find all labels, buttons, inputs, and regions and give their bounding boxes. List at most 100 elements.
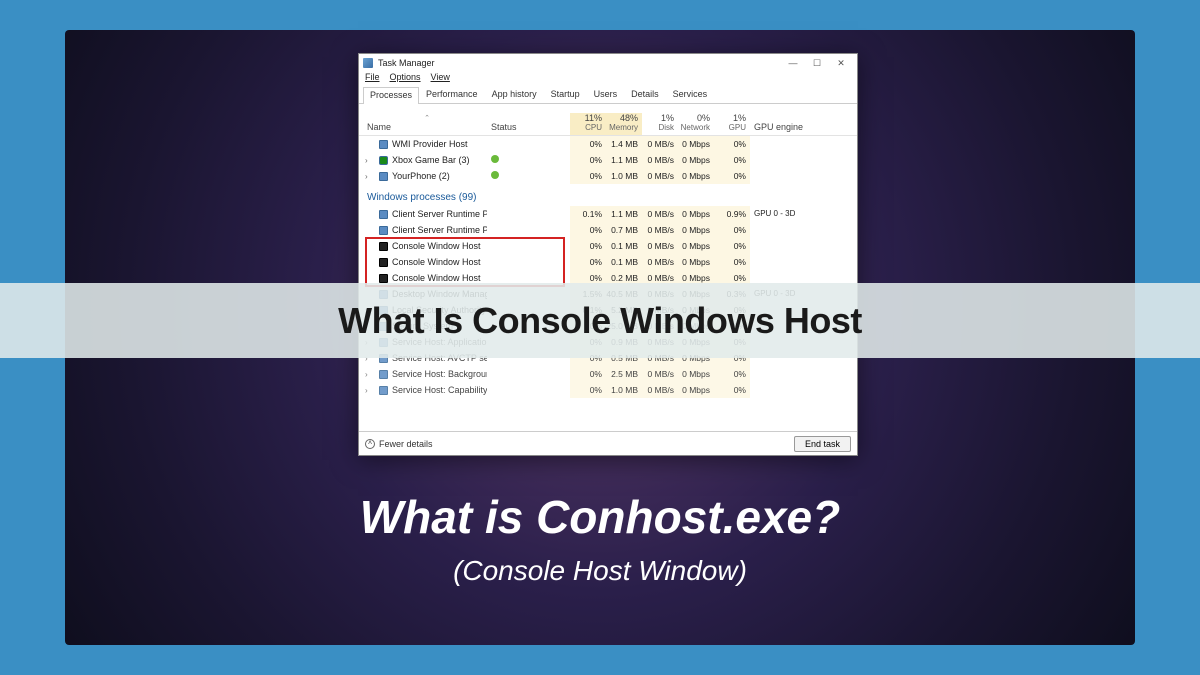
disk-cell: 0 MB/s xyxy=(642,238,678,254)
mem-cell: 1.0 MB xyxy=(606,168,642,184)
process-icon xyxy=(379,210,388,219)
maximize-button[interactable]: ☐ xyxy=(805,56,829,70)
disk-cell: 0 MB/s xyxy=(642,254,678,270)
net-cell: 0 Mbps xyxy=(678,206,714,222)
gpu-cell: 0% xyxy=(714,238,750,254)
tab-processes[interactable]: Processes xyxy=(363,87,419,104)
end-task-button[interactable]: End task xyxy=(794,436,851,452)
process-name-cell: ›Service Host: Background Intelli... xyxy=(359,369,487,379)
process-row[interactable]: Console Window Host0%0.1 MB0 MB/s0 Mbps0… xyxy=(359,238,857,254)
process-icon xyxy=(379,140,388,149)
process-row[interactable]: ›Service Host: Background Intelli... 0%2.… xyxy=(359,366,857,382)
disk-cell: 0 MB/s xyxy=(642,168,678,184)
process-name-cell: Client Server Runtime Process xyxy=(359,209,487,219)
expand-icon[interactable]: › xyxy=(365,370,368,379)
process-name-cell: Console Window Host xyxy=(359,257,487,267)
cpu-cell: 0% xyxy=(570,238,606,254)
col-gpu[interactable]: 1% GPU xyxy=(714,113,750,135)
gpu-cell: 0% xyxy=(714,222,750,238)
menu-view[interactable]: View xyxy=(431,72,450,86)
gpu-engine-cell xyxy=(750,254,857,270)
process-name-label: Service Host: Capability Access ... xyxy=(392,385,487,395)
process-name-cell: Client Server Runtime Process xyxy=(359,225,487,235)
cpu-cell: 0% xyxy=(570,366,606,382)
net-label: Network xyxy=(681,123,710,132)
process-icon xyxy=(379,258,388,267)
close-button[interactable]: ✕ xyxy=(829,56,853,70)
cpu-cell: 0% xyxy=(570,136,606,152)
tab-performance[interactable]: Performance xyxy=(419,86,485,103)
gpu-engine-cell xyxy=(750,222,857,238)
gpu-cell: 0% xyxy=(714,168,750,184)
process-name-label: Xbox Game Bar (3) xyxy=(392,155,470,165)
fewer-details-button[interactable]: ˄ Fewer details xyxy=(365,439,433,449)
net-cell: 0 Mbps xyxy=(678,254,714,270)
tab-users[interactable]: Users xyxy=(587,86,625,103)
process-name-cell: Console Window Host xyxy=(359,273,487,283)
net-cell: 0 Mbps xyxy=(678,152,714,168)
task-manager-window: Task Manager — ☐ ✕ File Options View Pro… xyxy=(358,53,858,456)
mem-cell: 1.4 MB xyxy=(606,136,642,152)
gpu-engine-cell xyxy=(750,382,857,398)
footer: ˄ Fewer details End task xyxy=(359,431,857,455)
expand-icon[interactable]: › xyxy=(365,172,368,181)
menu-file[interactable]: File xyxy=(365,72,380,86)
hero-title: What is Conhost.exe? xyxy=(0,490,1200,544)
process-row[interactable]: WMI Provider Host0%1.4 MB0 MB/s0 Mbps0% xyxy=(359,136,857,152)
overlay-band: What Is Console Windows Host xyxy=(0,283,1200,358)
gpu-cell: 0% xyxy=(714,136,750,152)
process-icon xyxy=(379,274,388,283)
col-disk[interactable]: 1% Disk xyxy=(642,113,678,135)
group-header[interactable]: Windows processes (99) xyxy=(359,184,857,206)
process-icon xyxy=(379,172,388,181)
mem-cell: 0.1 MB xyxy=(606,254,642,270)
gpu-cell: 0% xyxy=(714,254,750,270)
process-icon xyxy=(379,386,388,395)
expand-icon[interactable]: › xyxy=(365,156,368,165)
tab-services[interactable]: Services xyxy=(666,86,715,103)
column-headers: ⌃ Name Status 11% CPU 48% Memory 1% Disk… xyxy=(359,104,857,136)
tab-details[interactable]: Details xyxy=(624,86,666,103)
process-row[interactable]: Client Server Runtime Process0%0.7 MB0 M… xyxy=(359,222,857,238)
col-network[interactable]: 0% Network xyxy=(678,113,714,135)
fewer-details-label: Fewer details xyxy=(379,439,433,449)
process-icon xyxy=(379,226,388,235)
gpu-percent: 1% xyxy=(733,113,746,123)
process-name-cell: › Xbox Game Bar (3) xyxy=(359,155,487,165)
tab-app-history[interactable]: App history xyxy=(485,86,544,103)
chevron-up-icon: ˄ xyxy=(365,439,375,449)
minimize-button[interactable]: — xyxy=(781,56,805,70)
col-status[interactable]: Status xyxy=(487,122,570,135)
process-row[interactable]: ›YourPhone (2)0%1.0 MB0 MB/s0 Mbps0% xyxy=(359,168,857,184)
gpu-cell: 0% xyxy=(714,382,750,398)
net-cell: 0 Mbps xyxy=(678,238,714,254)
process-row[interactable]: Client Server Runtime Process0.1%1.1 MB0… xyxy=(359,206,857,222)
process-row[interactable]: Console Window Host0%0.1 MB0 MB/s0 Mbps0… xyxy=(359,254,857,270)
col-name-label: Name xyxy=(367,122,487,132)
sort-indicator-icon: ⌃ xyxy=(367,114,487,122)
overlay-title: What Is Console Windows Host xyxy=(338,300,862,342)
expand-icon[interactable]: › xyxy=(365,386,368,395)
col-name[interactable]: ⌃ Name xyxy=(359,114,487,135)
gpu-engine-cell xyxy=(750,152,857,168)
menubar: File Options View xyxy=(359,72,857,86)
process-row[interactable]: ›Service Host: Capability Access ...0%1.… xyxy=(359,382,857,398)
mem-cell: 1.1 MB xyxy=(606,206,642,222)
process-name-cell: WMI Provider Host xyxy=(359,139,487,149)
col-cpu[interactable]: 11% CPU xyxy=(570,113,606,135)
cpu-cell: 0% xyxy=(570,152,606,168)
col-gpu-engine[interactable]: GPU engine xyxy=(750,122,857,135)
net-cell: 0 Mbps xyxy=(678,222,714,238)
disk-cell: 0 MB/s xyxy=(642,136,678,152)
mem-cell: 2.5 MB xyxy=(606,366,642,382)
col-memory[interactable]: 48% Memory xyxy=(606,113,642,135)
process-name-label: WMI Provider Host xyxy=(392,139,468,149)
menu-options[interactable]: Options xyxy=(390,72,421,86)
tab-startup[interactable]: Startup xyxy=(544,86,587,103)
process-name-label: YourPhone (2) xyxy=(392,171,450,181)
status-cell xyxy=(487,171,570,181)
process-row[interactable]: ›Xbox Game Bar (3)0%1.1 MB0 MB/s0 Mbps0% xyxy=(359,152,857,168)
cpu-cell: 0% xyxy=(570,168,606,184)
titlebar[interactable]: Task Manager — ☐ ✕ xyxy=(359,54,857,72)
process-name-label: Console Window Host xyxy=(392,273,481,283)
